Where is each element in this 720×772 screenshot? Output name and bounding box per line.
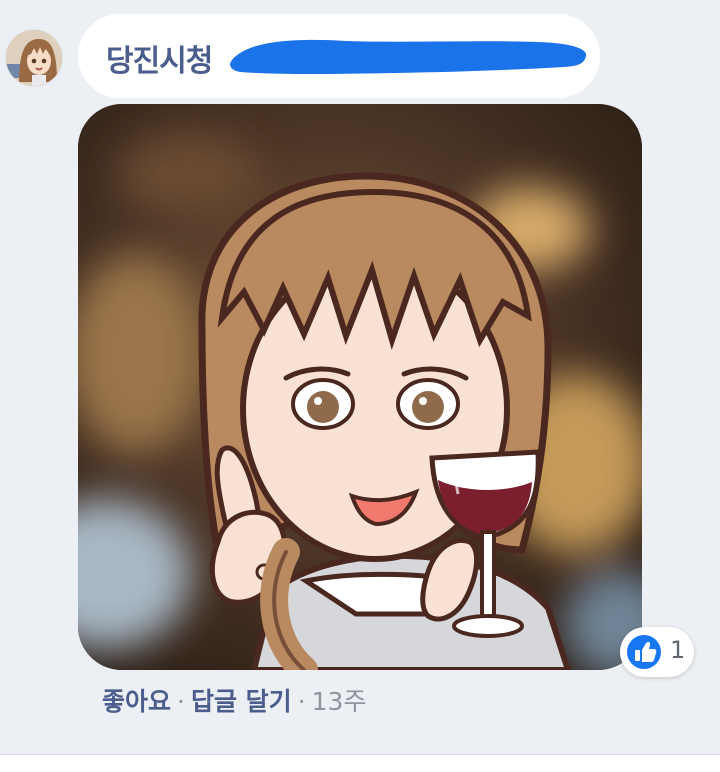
author-name[interactable]: 당진시청 [106,36,213,80]
timestamp[interactable]: 13주 [312,687,367,716]
thumbs-up-icon [627,635,661,669]
redaction-mark [230,39,587,74]
like-button[interactable]: 좋아요 [102,687,171,716]
reply-button[interactable]: 답글 달기 [191,687,292,716]
reaction-summary[interactable]: 1 [620,627,694,677]
reaction-count: 1 [670,636,686,664]
wine-glass-girl-sticker-icon [78,104,642,670]
commenter-avatar[interactable] [6,30,62,86]
cartoon-girl-avatar-icon [6,30,62,86]
separator: · [177,687,185,716]
comment-actions: 좋아요 · 답글 달기 · 13주 [102,682,366,718]
sticker-image[interactable] [78,104,642,670]
comment-bubble: 당진시청 [78,14,600,98]
comment-footer [0,755,720,772]
separator: · [297,687,306,716]
